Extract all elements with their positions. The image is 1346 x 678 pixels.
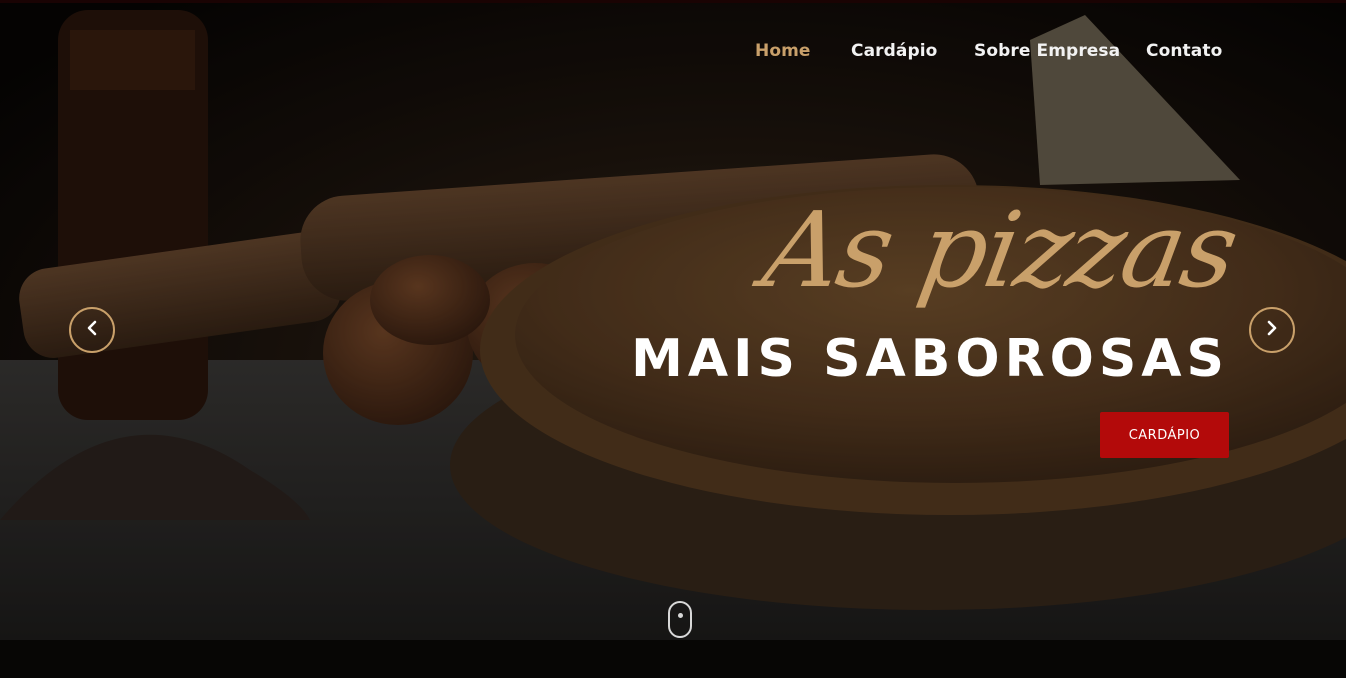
slider-next-button[interactable]: [1249, 307, 1295, 353]
main-navigation: Home Cardápio Sobre Empresa Contato: [0, 36, 1346, 68]
cardapio-button[interactable]: CARDÁPIO: [1100, 412, 1229, 458]
mouse-scroll-dot: [678, 613, 683, 618]
nav-item-sobre-empresa[interactable]: Sobre Empresa: [974, 41, 1120, 61]
nav-item-home[interactable]: Home: [755, 41, 811, 61]
chevron-left-icon: [85, 320, 99, 341]
hero-section: Home Cardápio Sobre Empresa Contato As p…: [0, 0, 1346, 678]
nav-item-cardapio[interactable]: Cardápio: [851, 41, 937, 61]
hero-script-title: As pizzas: [754, 189, 1245, 311]
chevron-right-icon: [1265, 320, 1279, 341]
slider-prev-button[interactable]: [69, 307, 115, 353]
top-border: [0, 0, 1346, 3]
nav-item-contato[interactable]: Contato: [1146, 41, 1222, 61]
mouse-scroll-icon[interactable]: [668, 601, 692, 638]
hero-main-title: MAIS SABOROSAS: [631, 329, 1229, 389]
